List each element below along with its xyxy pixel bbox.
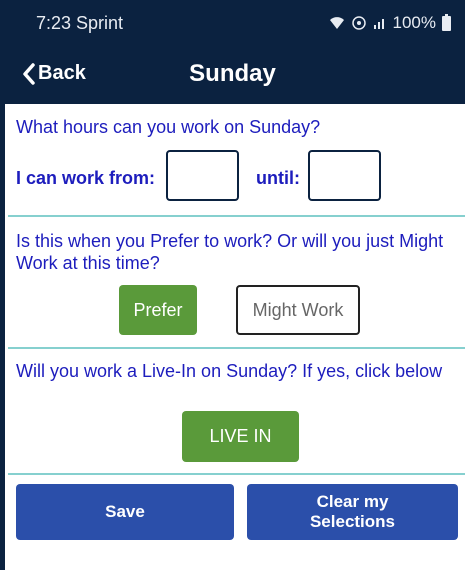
prefer-button[interactable]: Prefer [119, 285, 197, 335]
might-work-button[interactable]: Might Work [236, 285, 360, 335]
divider [8, 347, 465, 349]
battery-percent: 100% [392, 13, 436, 32]
wifi-icon [329, 17, 344, 29]
from-time-input[interactable] [166, 150, 239, 201]
until-time-input[interactable] [308, 150, 381, 201]
clear-selections-label: Clear my Selections [309, 492, 396, 531]
status-icons: 100% [329, 13, 451, 33]
live-in-question: Will you work a Live-In on Sunday? If ye… [16, 361, 443, 381]
nav-bar: Back Sunday [0, 48, 465, 104]
vowifi-icon [351, 16, 366, 30]
page-title: Sunday [189, 60, 276, 87]
until-label: until: [256, 168, 300, 188]
hours-question: What hours can you work on Sunday? [16, 117, 321, 137]
battery-icon [442, 13, 451, 31]
clear-selections-button[interactable]: Clear my Selections [247, 484, 458, 540]
from-label: I can work from: [16, 168, 156, 188]
signal-icon [373, 19, 384, 29]
divider [8, 215, 465, 217]
status-bar: 7:23 Sprint 100% [0, 0, 465, 48]
preference-question: Is this when you Prefer to work? Or will… [16, 231, 444, 273]
save-button[interactable]: Save [16, 484, 234, 540]
left-border [0, 104, 5, 570]
divider [8, 473, 465, 475]
live-in-button[interactable]: LIVE IN [182, 411, 299, 462]
status-time: 7:23 Sprint [36, 13, 124, 33]
